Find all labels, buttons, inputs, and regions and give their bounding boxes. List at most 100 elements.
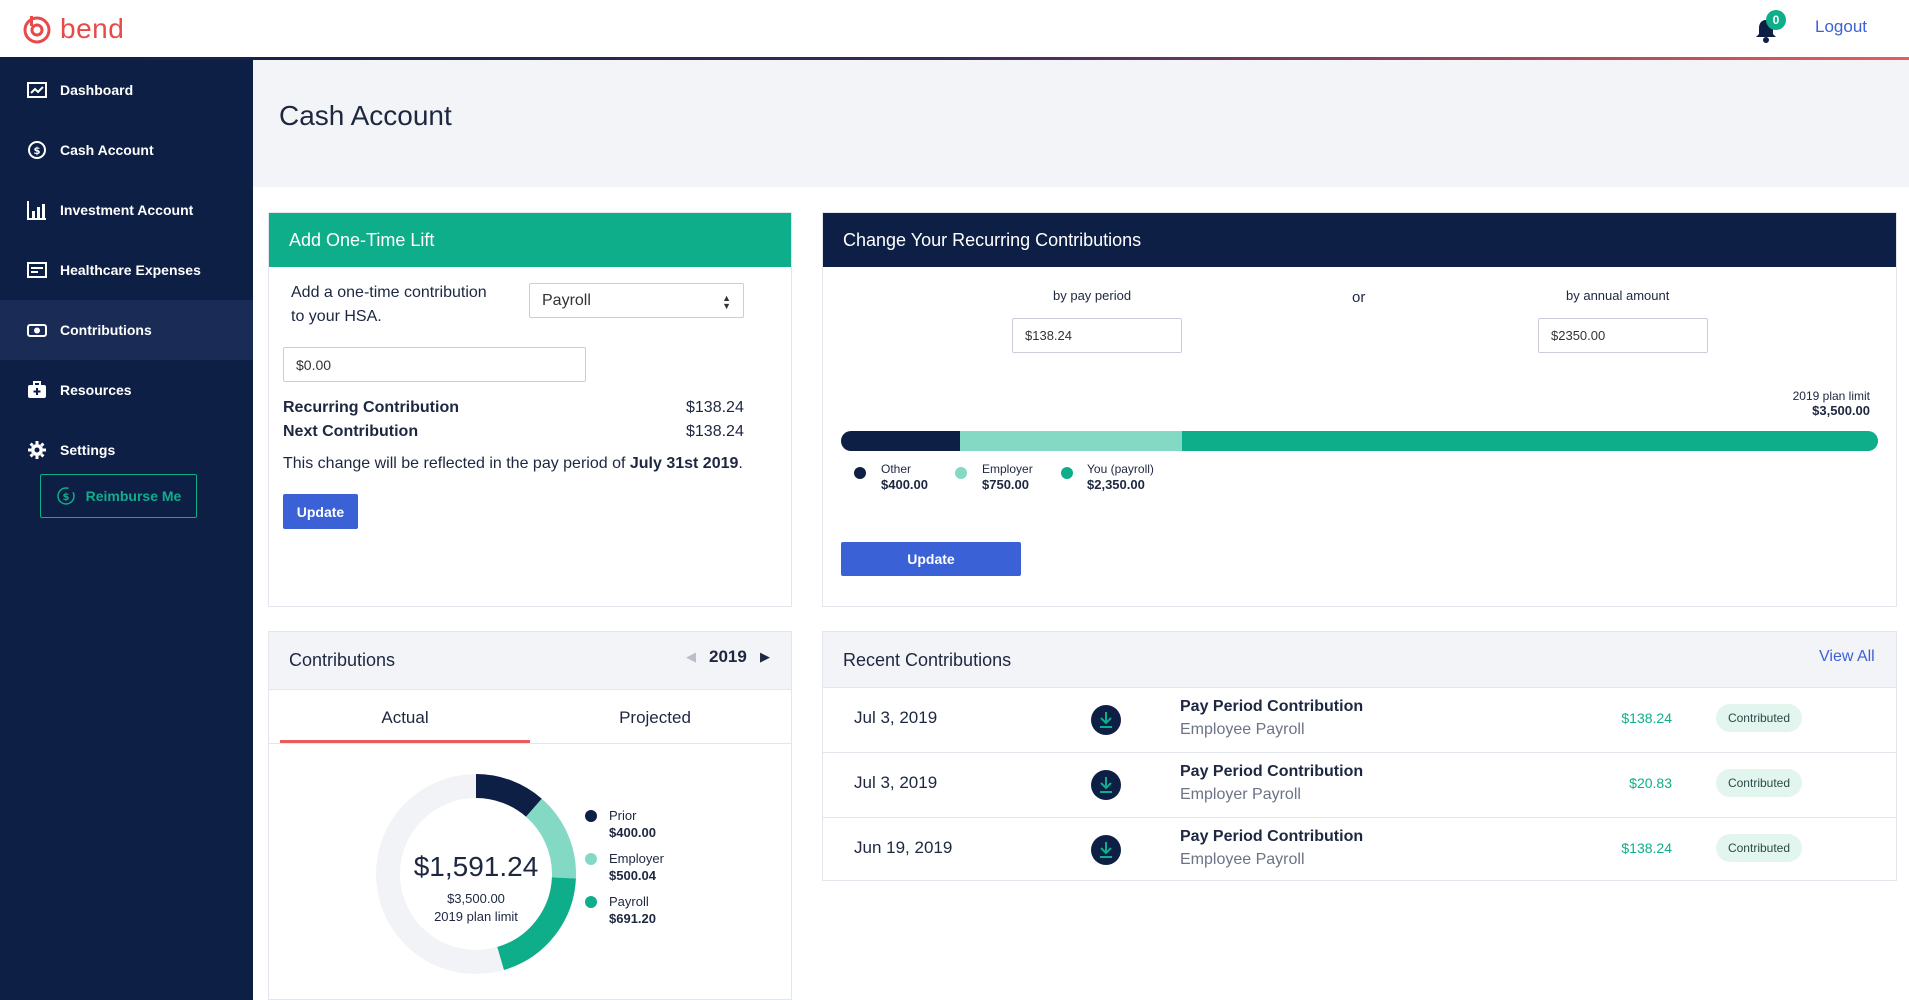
- legend-dot-employer: [955, 467, 967, 479]
- donut-legend-payroll-name: Payroll: [609, 894, 649, 909]
- tab-actual[interactable]: Actual: [280, 708, 530, 728]
- row-source: Employee Payroll: [1180, 721, 1305, 738]
- dashboard-icon: [27, 82, 47, 98]
- previous-year-icon[interactable]: ◀: [686, 649, 696, 665]
- brand-name: bend: [60, 13, 125, 44]
- gear-icon: [28, 441, 46, 459]
- donut-limit-label: 2019 plan limit: [434, 909, 518, 924]
- sidebar-item-label: Dashboard: [60, 82, 134, 98]
- recurring-contribution-label: Recurring Contribution: [283, 399, 459, 416]
- download-icon: [1091, 770, 1121, 800]
- or-separator: or: [1352, 289, 1366, 306]
- sidebar: Dashboard $ Cash Account Investment Acco…: [0, 60, 253, 1000]
- table-row[interactable]: Jun 19, 2019 Pay Period Contribution Emp…: [822, 818, 1897, 883]
- plan-limit-label: 2019 plan limit: [1792, 389, 1870, 403]
- donut-legend-dot-prior: [585, 810, 597, 822]
- bend-logo-icon: [23, 16, 51, 44]
- sidebar-item-resources[interactable]: Resources: [0, 360, 253, 420]
- annual-amount-input[interactable]: [1538, 318, 1708, 353]
- status-badge: Contributed: [1716, 769, 1802, 797]
- next-contribution-label: Next Contribution: [283, 423, 419, 440]
- row-title: Pay Period Contribution: [1180, 698, 1364, 715]
- contribution-progress-bar: [841, 431, 1878, 451]
- donut-legend-employer-name: Employer: [609, 851, 664, 866]
- medical-kit-icon: [28, 381, 46, 398]
- row-source: Employee Payroll: [1180, 851, 1305, 868]
- download-icon: [1091, 835, 1121, 865]
- legend-employer-name: Employer: [982, 462, 1033, 476]
- sidebar-item-settings[interactable]: Settings: [0, 420, 253, 480]
- dollar-coin-icon: $: [28, 141, 46, 159]
- page-title: Cash Account: [279, 100, 452, 131]
- pay-period-label: by pay period: [1053, 288, 1132, 303]
- bar-segment-other: [841, 431, 960, 451]
- row-source: Employer Payroll: [1180, 786, 1301, 803]
- one-time-description-line2: to your HSA.: [291, 308, 382, 325]
- one-time-lift-title: Add One-Time Lift: [269, 213, 791, 267]
- contribution-source-select[interactable]: Payroll ▲ ▼: [529, 283, 744, 318]
- legend-other-value: $400.00: [881, 477, 928, 492]
- sidebar-item-contributions[interactable]: Contributions: [0, 300, 253, 360]
- next-contribution-value: $138.24: [686, 423, 744, 440]
- legend-employer-value: $750.00: [982, 477, 1029, 492]
- sidebar-item-investment-account[interactable]: Investment Account: [0, 180, 253, 240]
- one-time-update-button[interactable]: Update: [283, 494, 358, 529]
- row-title: Pay Period Contribution: [1180, 828, 1364, 845]
- chart-icon: [27, 201, 46, 220]
- change-note-prefix: This change will be reflected in the pay…: [283, 455, 626, 472]
- one-time-amount-input[interactable]: [283, 347, 586, 382]
- donut-limit-value: $3,500.00: [447, 891, 505, 906]
- status-badge: Contributed: [1716, 704, 1802, 732]
- sidebar-item-label: Settings: [60, 442, 116, 458]
- tab-projected[interactable]: Projected: [530, 708, 780, 728]
- donut-legend-employer-value: $500.04: [609, 868, 656, 883]
- table-row[interactable]: Jul 3, 2019 Pay Period Contribution Empl…: [822, 753, 1897, 818]
- next-year-icon[interactable]: ▶: [760, 649, 770, 665]
- page-header: [253, 60, 1909, 187]
- brand-logo[interactable]: bend: [22, 12, 124, 46]
- logout-link[interactable]: Logout: [1815, 17, 1867, 37]
- row-amount: $138.24: [1621, 840, 1672, 856]
- receipt-icon: [27, 262, 47, 278]
- change-note-date: July 31st 2019: [629, 455, 739, 472]
- table-row[interactable]: Jul 3, 2019 Pay Period Contribution Empl…: [822, 688, 1897, 753]
- row-title: Pay Period Contribution: [1180, 763, 1364, 780]
- reimburse-me-button[interactable]: $ Reimburse Me: [40, 474, 197, 518]
- sidebar-item-healthcare-expenses[interactable]: Healthcare Expenses: [0, 240, 253, 300]
- sidebar-item-label: Resources: [60, 382, 132, 398]
- recent-contributions-title: Recent Contributions: [823, 632, 1896, 688]
- recurring-contributions-title: Change Your Recurring Contributions: [823, 213, 1896, 267]
- recurring-contribution-value: $138.24: [686, 399, 744, 416]
- sidebar-item-cash-account[interactable]: $ Cash Account: [0, 120, 253, 180]
- legend-dot-other: [854, 467, 866, 479]
- sidebar-item-label: Investment Account: [60, 202, 194, 218]
- download-icon: [1091, 705, 1121, 735]
- svg-text:$: $: [62, 492, 69, 503]
- recurring-update-button[interactable]: Update: [841, 542, 1021, 576]
- view-all-link[interactable]: View All: [1819, 648, 1875, 666]
- change-note-suffix: .: [738, 455, 743, 472]
- top-bar: bend 0 Logout: [0, 0, 1909, 60]
- row-date: Jul 3, 2019: [854, 708, 938, 727]
- money-icon: [27, 324, 47, 337]
- year-label: 2019: [709, 647, 747, 666]
- bar-segment-employer: [959, 431, 1182, 451]
- donut-legend-payroll-value: $691.20: [609, 911, 656, 926]
- donut-legend-dot-payroll: [585, 896, 597, 908]
- annual-amount-label: by annual amount: [1566, 288, 1670, 303]
- sidebar-item-dashboard[interactable]: Dashboard: [0, 60, 253, 120]
- donut-legend-prior-value: $400.00: [609, 825, 656, 840]
- legend-other-name: Other: [881, 462, 912, 476]
- legend-you-name: You (payroll): [1087, 462, 1154, 476]
- one-time-description-line1: Add a one-time contribution: [291, 284, 487, 301]
- donut-legend-dot-employer: [585, 853, 597, 865]
- sidebar-item-label: Cash Account: [60, 142, 154, 158]
- row-date: Jun 19, 2019: [854, 838, 953, 857]
- donut-total: $1,591.24: [413, 851, 539, 882]
- svg-text:$: $: [34, 146, 41, 157]
- legend-dot-you-payroll: [1061, 467, 1073, 479]
- row-amount: $20.83: [1629, 775, 1672, 791]
- pay-period-input[interactable]: [1012, 318, 1182, 353]
- change-note: This change will be reflected in the pay…: [283, 455, 743, 473]
- select-value: Payroll: [542, 291, 591, 309]
